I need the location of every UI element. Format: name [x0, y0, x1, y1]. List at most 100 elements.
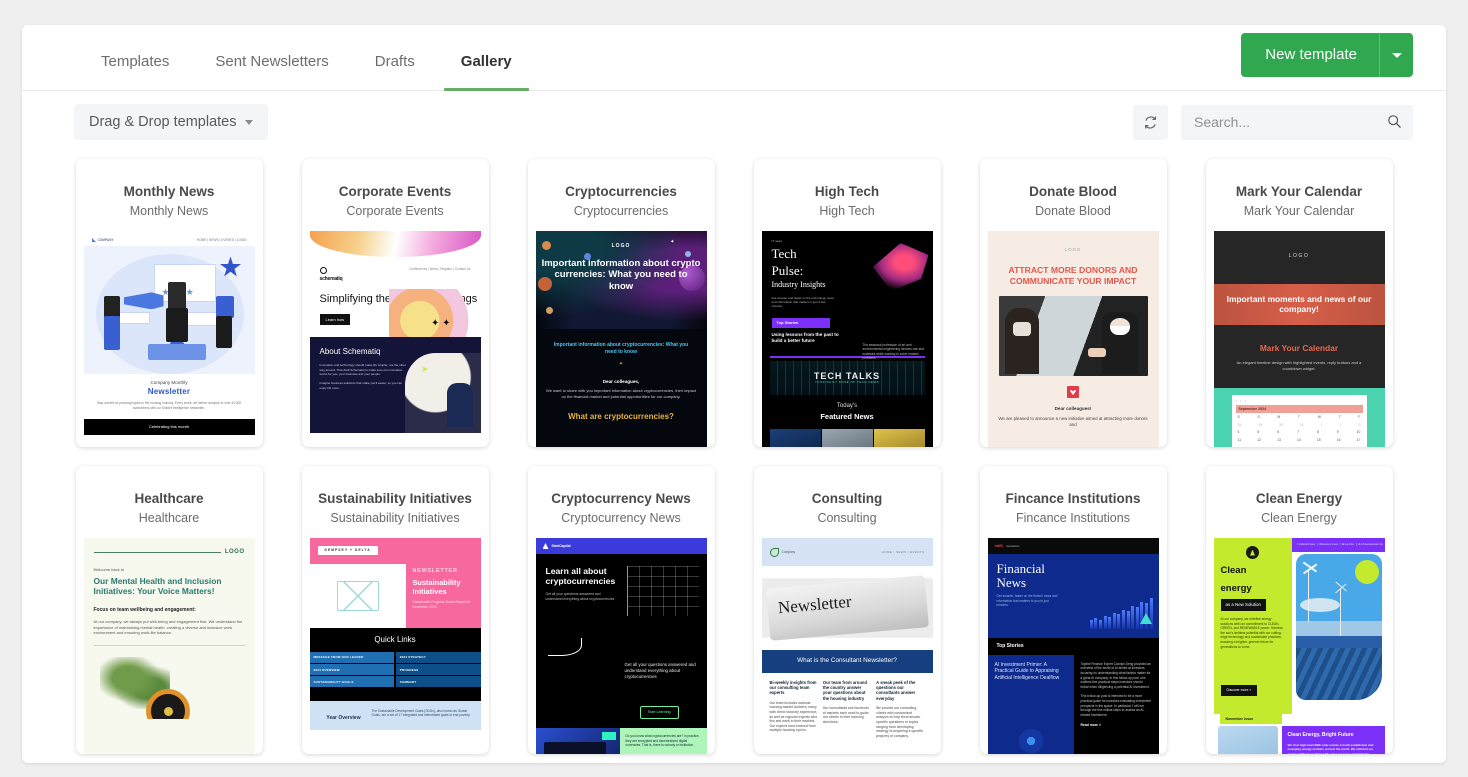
- thumb-logo: LOGO: [1288, 253, 1310, 259]
- thumb-brand: StartCapital: [551, 543, 571, 548]
- card-title: Fincance Institutions: [1005, 491, 1141, 506]
- refresh-button[interactable]: [1133, 104, 1168, 140]
- template-card-healthcare[interactable]: Healthcare Healthcare LOGO Welcome back …: [75, 466, 263, 754]
- thumb-tag: as a New Solution: [1220, 599, 1266, 611]
- thumb-link: SUMMARY: [395, 676, 481, 688]
- card-thumbnail: schematiq Conferences | News | Register …: [302, 231, 489, 447]
- card-thumbnail: COMPANY HOME | NEWS | EVENTS | LOGIN ★★★…: [76, 231, 263, 447]
- search-icon[interactable]: [1387, 114, 1402, 129]
- thumb-col2-title: Our team from around the country answer …: [822, 679, 868, 701]
- gallery-toolbar: Drag & Drop templates: [22, 91, 1446, 153]
- thumb-intro: Get smarter and faster on the technology…: [771, 295, 834, 309]
- new-template-button[interactable]: New template: [1241, 33, 1379, 77]
- search-input[interactable]: [1181, 104, 1413, 140]
- thumb-headline: Learn all about cryptocurrencies: [545, 566, 616, 586]
- card-subtitle: Corporate Events: [346, 204, 444, 218]
- thumb-intro: Get smarter, faster on the fintech news …: [996, 594, 1058, 608]
- thumb-bottom-band: Celebrating this month: [83, 419, 255, 436]
- thumb-link: 2024 OVERVIEW: [309, 664, 395, 675]
- thumb-featured: Featured News: [820, 412, 874, 422]
- thumb-badge: Top Stories: [771, 318, 830, 328]
- thumb-greeting: Dear colleagues!: [1054, 405, 1092, 411]
- template-card-cryptocurrency-news[interactable]: Cryptocurrency News Cryptocurrency News …: [527, 466, 715, 754]
- thumb-headline: Sustainability Initiatives: [412, 578, 461, 597]
- card-subtitle: Fincance Institutions: [1016, 511, 1130, 525]
- leaf-icon: [769, 547, 779, 557]
- template-card-fincance-institutions[interactable]: Fincance Institutions Fincance Instituti…: [979, 466, 1167, 754]
- thumb-body: At our company, we always put well-being…: [93, 619, 243, 636]
- thumb-brand: schematiq: [319, 276, 343, 282]
- thumb-question: What are cryptocurrencies?: [568, 411, 674, 421]
- thumb-cta: Start Learning: [639, 706, 679, 719]
- card-subtitle: Sustainability Initiatives: [330, 511, 460, 525]
- tab-templates[interactable]: Templates: [78, 53, 192, 90]
- card-title: Cryptocurrencies: [565, 184, 677, 199]
- tab-drafts[interactable]: Drafts: [352, 53, 438, 90]
- tab-templates-label: Templates: [101, 53, 170, 70]
- logo-icon: [542, 543, 549, 549]
- thumb-link: 2024 STRATEGY: [395, 651, 481, 663]
- template-card-high-tech[interactable]: High Tech High Tech IT news Tech Pulse: …: [753, 159, 941, 447]
- thumb-nav: Conferences | News | Register | Contact …: [409, 267, 471, 271]
- envelope-icon: [336, 581, 379, 611]
- thumb-logo: LOGO: [224, 549, 245, 555]
- thumb-body: We are pleased to announce a new initiat…: [998, 416, 1148, 428]
- card-thumbnail: LOGO Important moments and news of our c…: [1206, 231, 1393, 447]
- template-card-donate-blood[interactable]: Donate Blood Donate Blood LOGO ATTRACT M…: [979, 159, 1167, 447]
- thumb-brand-red: ndf1: [994, 543, 1003, 549]
- thumb-col3-body: We provide our consulting clients with c…: [876, 706, 924, 738]
- thumb-nav: Industries | Resources | Events | Achiev…: [1291, 538, 1385, 552]
- template-card-cryptocurrencies[interactable]: Cryptocurrencies Cryptocurrencies ✦ • LO…: [527, 159, 715, 447]
- thumb-link: SUSTAINABILITY GOALS: [309, 676, 395, 688]
- tab-gallery[interactable]: Gallery: [438, 53, 535, 91]
- template-card-sustainability-initiatives[interactable]: Sustainability Initiatives Sustainabilit…: [301, 466, 489, 754]
- thumb-headline1: Clean: [1220, 565, 1247, 576]
- thumb-sub: Get all your questions answered and unde…: [545, 592, 615, 601]
- template-type-dropdown[interactable]: Drag & Drop templates: [74, 104, 269, 140]
- thumb-footer-body: Do you know what cryptocurrencies are? I…: [619, 728, 707, 754]
- card-thumbnail: Clean energy as a New Solution At our co…: [1206, 538, 1393, 754]
- card-subtitle: Monthly News: [129, 204, 209, 218]
- card-title: Sustainability Initiatives: [318, 491, 472, 506]
- thumb-col1-body: Our team includes national housing marke…: [769, 700, 818, 733]
- card-thumbnail: ndf1 newsletter Financial News Get smart…: [980, 538, 1167, 754]
- card-title: Cryptocurrency News: [551, 491, 691, 506]
- gallery-app: Templates Sent Newsletters Drafts Galler…: [22, 25, 1446, 763]
- thumb-button: Learn how: [319, 313, 351, 326]
- thumb-quick-links-title: Quick Links: [374, 635, 416, 644]
- refresh-icon: [1145, 115, 1156, 129]
- template-card-consulting[interactable]: Consulting Consulting Company HOME | NEW…: [753, 466, 941, 754]
- thumb-logo: LOGO: [611, 243, 631, 249]
- card-thumbnail: LOGO ATTRACT MORE DONORS AND COMMUNICATE…: [980, 231, 1167, 447]
- thumb-headline: Mark Your Calendar: [1259, 342, 1339, 353]
- thumb-headline2: energy: [1220, 582, 1252, 594]
- template-card-corporate-events[interactable]: Corporate Events Corporate Events schema…: [301, 159, 489, 447]
- thumb-welcome: Welcome back to: [93, 567, 125, 573]
- thumb-greeting: Dear colleagues,: [602, 378, 640, 384]
- thumb-headline2: News: [996, 574, 1027, 590]
- template-card-clean-energy[interactable]: Clean Energy Clean Energy Clean energy a…: [1205, 466, 1393, 754]
- thumb-story: Using lessons from the past to build a b…: [771, 331, 839, 343]
- template-card-monthly-news[interactable]: Monthly News Monthly News COMPANY HOME |…: [75, 159, 263, 447]
- tab-sent-newsletters[interactable]: Sent Newsletters: [192, 53, 351, 90]
- thumb-story-body2: This follow-up post is intended to be a …: [1080, 694, 1152, 717]
- search-box[interactable]: [1181, 104, 1413, 140]
- thumb-logo: Company: [781, 549, 796, 554]
- thumb-col1-title: Bi-weekly insights from our consulting t…: [769, 679, 817, 696]
- thumb-description: An elegant timeline design with highligh…: [1236, 360, 1362, 371]
- template-card-mark-your-calendar[interactable]: Mark Your Calendar Mark Your Calendar LO…: [1205, 159, 1393, 447]
- card-thumbnail: ✦ • LOGO Important information about cry…: [528, 231, 715, 447]
- card-subtitle: Consulting: [817, 511, 877, 525]
- card-title: Healthcare: [134, 491, 204, 506]
- card-title: Donate Blood: [1029, 184, 1117, 199]
- thumb-focus: Focus on team wellbeing and engagement:: [93, 607, 196, 614]
- thumb-about-body2: Imagine business solutions that make you…: [319, 381, 403, 390]
- new-template-dropdown-button[interactable]: [1379, 33, 1413, 77]
- thumb-col3-title: A sneak peek of the questions our consul…: [876, 679, 916, 701]
- thumb-headline: ATTRACT MORE DONORS AND COMMUNICATE YOUR…: [1008, 264, 1138, 286]
- card-thumbnail: Company HOME | NEWS | EVENTS Newsletter …: [754, 538, 941, 754]
- thumb-article-body: We host high level B2B solar events in b…: [1287, 742, 1374, 754]
- thumb-story-body: Topline Finance Expert Carolyn Deng prov…: [1080, 661, 1151, 689]
- thumb-read-more: Read more >: [1080, 723, 1101, 728]
- thumb-body: At our company, we redefine energy solut…: [1220, 616, 1283, 649]
